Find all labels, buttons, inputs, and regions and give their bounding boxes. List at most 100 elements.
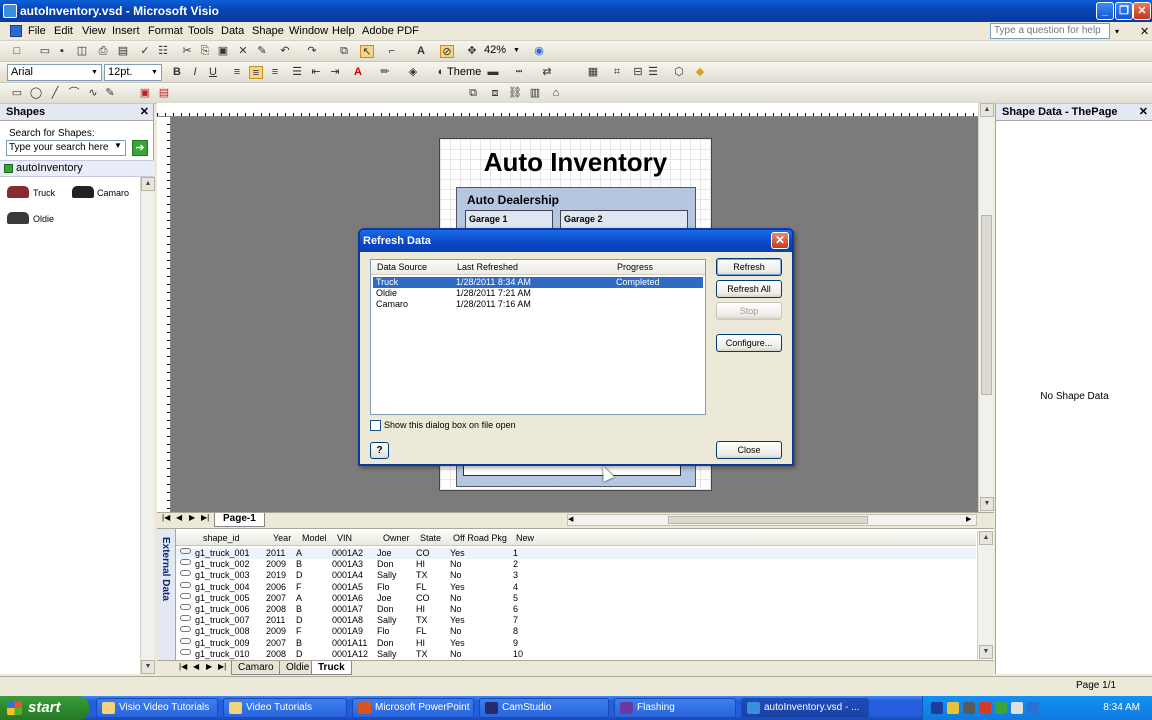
security-icon[interactable] (947, 702, 959, 714)
search-shapes-input[interactable]: Type your search here (6, 140, 126, 156)
chevron-down-icon[interactable]: ▼ (114, 141, 122, 150)
page-title[interactable]: Auto Inventory (440, 147, 711, 178)
last-sheet-icon[interactable]: ▶| (218, 662, 226, 671)
network-icon[interactable] (931, 702, 943, 714)
connector-tool-icon[interactable]: ⌐ (385, 45, 399, 58)
print-preview-icon[interactable]: ▤ (116, 45, 130, 58)
oldie-master-icon[interactable] (7, 212, 29, 224)
task-autoinventory[interactable]: autoInventory.vsd - ... (741, 698, 869, 718)
scroll-thumb[interactable] (981, 215, 992, 395)
table-row[interactable]: g1_truck_001 2011 A 0001A2 Joe CO Yes 1 (176, 548, 976, 559)
theme-button[interactable]: Theme (447, 66, 481, 78)
close-icon[interactable]: ✕ (140, 104, 149, 121)
scroll-down-icon[interactable]: ▼ (979, 645, 993, 659)
align-right-icon[interactable]: ≡ (268, 66, 282, 79)
line-color-icon[interactable]: ✏ (378, 66, 392, 79)
table-row[interactable]: g1_truck_003 2019 D 0001A4 Sally TX No 3 (176, 570, 976, 581)
close-window-button[interactable]: ✕ (1133, 2, 1151, 20)
data-source-row-oldie[interactable]: Oldie 1/28/2011 7:21 AM (373, 288, 703, 299)
crop-icon[interactable]: ⌗ (610, 66, 624, 79)
next-page-icon[interactable]: ▶ (189, 513, 195, 522)
maximize-button[interactable]: ❐ (1115, 2, 1133, 20)
align-center-icon[interactable]: ≡ (249, 66, 263, 79)
increase-indent-icon[interactable]: ⇥ (328, 66, 342, 79)
col-new[interactable]: New (516, 533, 534, 543)
ellipse-tool-icon[interactable]: ◯ (29, 87, 43, 100)
col-shape-id[interactable]: shape_id (203, 533, 240, 543)
prev-page-icon[interactable]: ◀ (176, 513, 182, 522)
minimize-button[interactable]: _ (1096, 2, 1114, 20)
scroll-thumb[interactable] (668, 516, 868, 524)
task-flashing[interactable]: Flashing (614, 698, 736, 718)
scroll-down-icon[interactable]: ▼ (141, 660, 155, 674)
ask-question-input[interactable]: Type a question for help (990, 23, 1110, 39)
decrease-indent-icon[interactable]: ⇤ (309, 66, 323, 79)
volume-icon[interactable] (963, 702, 975, 714)
tab-truck[interactable]: Truck (311, 661, 352, 675)
visio-app-icon[interactable] (3, 4, 17, 18)
scroll-right-icon[interactable]: ▶ (966, 515, 971, 523)
table-row[interactable]: g1_truck_007 2011 D 0001A8 Sally TX Yes 7 (176, 615, 976, 626)
font-select[interactable]: Arial ▼ (7, 64, 102, 81)
tab-page-1[interactable]: Page-1 (214, 513, 265, 527)
research-icon[interactable]: ☷ (156, 45, 170, 58)
update-icon[interactable] (995, 702, 1007, 714)
title-bar[interactable]: autoInventory.vsd - Microsoft Visio _ ❐ … (0, 0, 1152, 22)
menu-tools[interactable]: Tools (188, 25, 214, 37)
table-row[interactable]: g1_truck_009 2007 B 0001A11 Don HI Yes 9 (176, 637, 976, 649)
data-graphics-icon[interactable]: ▤ (157, 87, 171, 100)
next-sheet-icon[interactable]: ▶ (206, 662, 212, 671)
format-painter-icon[interactable]: ✎ (255, 45, 269, 58)
line-pattern-icon[interactable]: ┅ (512, 66, 526, 79)
layer-icon[interactable]: ◆ (693, 66, 707, 79)
dialog-title-bar[interactable]: Refresh Data ✕ (360, 230, 792, 252)
shape-data-icon[interactable]: ▥ (528, 87, 542, 100)
data-source-row-camaro[interactable]: Camaro 1/28/2011 7:16 AM (373, 299, 703, 310)
cut-icon[interactable]: ✂ (180, 45, 194, 58)
copy-icon[interactable]: ⎘ (198, 45, 212, 58)
menu-view[interactable]: View (82, 25, 106, 37)
refresh-button[interactable]: Refresh (716, 258, 782, 276)
scroll-up-icon[interactable]: ▲ (141, 177, 155, 191)
connection-point-icon[interactable]: ⊘ (440, 45, 454, 58)
print-icon[interactable]: ⎙ (96, 45, 110, 58)
menu-help[interactable]: Help (332, 25, 355, 37)
underline-icon[interactable]: U (206, 66, 220, 79)
pointer-tool-icon[interactable]: ↖ (360, 45, 374, 58)
text-tool-icon[interactable]: A (414, 45, 428, 58)
data-source-list[interactable]: Data Source Last Refreshed Progress Truc… (370, 259, 706, 415)
table-row[interactable]: g1_truck_005 2007 A 0001A6 Joe CO No 5 (176, 592, 976, 604)
shadow-icon[interactable]: ▦ (586, 66, 600, 79)
configure-button[interactable]: Configure... (716, 334, 782, 352)
menu-window[interactable]: Window (289, 25, 328, 37)
insert-hyperlink-icon[interactable]: ⧉ (337, 45, 351, 58)
pan-zoom-icon[interactable]: ✥ (465, 45, 479, 58)
theme-icon[interactable]: ◐ (434, 66, 448, 79)
master-camaro[interactable]: Camaro (97, 187, 129, 199)
col-progress[interactable]: Progress (617, 262, 653, 272)
bring-front-icon[interactable]: ⧉ (466, 87, 480, 100)
col-year[interactable]: Year (273, 533, 291, 543)
freeform-tool-icon[interactable]: ∿ (86, 87, 100, 100)
col-last-refreshed[interactable]: Last Refreshed (457, 262, 518, 272)
refresh-all-button[interactable]: Refresh All (716, 280, 782, 298)
spelling-icon[interactable]: ✓ (138, 45, 152, 58)
undo-icon[interactable]: ↶ (278, 45, 292, 58)
line-tool-icon[interactable]: ╱ (48, 87, 62, 100)
menu-shape[interactable]: Shape (252, 25, 284, 37)
first-page-icon[interactable]: |◀ (162, 513, 170, 522)
tab-camaro[interactable]: Camaro (231, 661, 281, 675)
data-vertical-scrollbar[interactable]: ▲ ▼ (977, 531, 994, 659)
bullets-icon[interactable]: ☰ (290, 66, 304, 79)
task-video-tutorials[interactable]: Video Tutorials (223, 698, 347, 718)
table-row[interactable]: g1_truck_008 2009 F 0001A9 Flo FL No 8 (176, 626, 976, 637)
scroll-up-icon[interactable]: ▲ (980, 103, 994, 117)
truck-master-icon[interactable] (7, 186, 29, 198)
font-color-icon[interactable]: A (351, 66, 365, 79)
send-back-icon[interactable]: ⧈ (488, 87, 502, 100)
open-icon[interactable]: ▭ (38, 45, 52, 58)
fill-color-icon[interactable]: ◈ (406, 66, 420, 79)
menu-edit[interactable]: Edit (54, 25, 73, 37)
zoom-select[interactable]: 42% ▼ (481, 43, 523, 60)
task-camstudio[interactable]: CamStudio (479, 698, 609, 718)
